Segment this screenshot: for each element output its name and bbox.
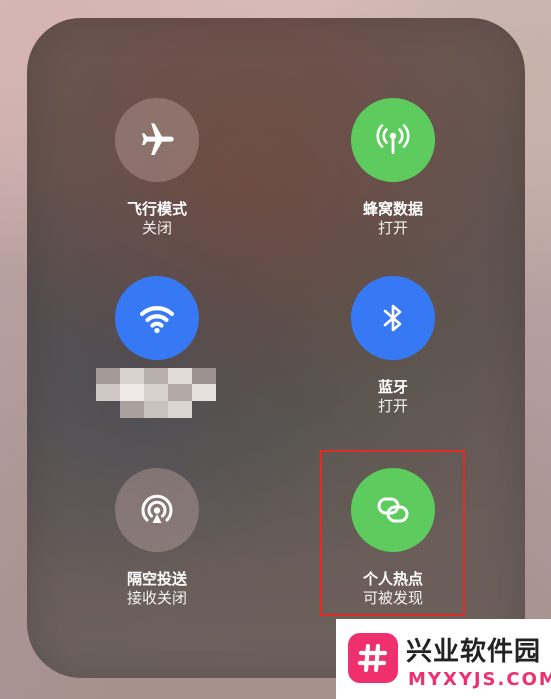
airdrop-status: 接收关闭: [126, 589, 187, 607]
bluetooth-label: 蓝牙: [377, 378, 408, 396]
highlight-box: [320, 450, 465, 616]
watermark: 兴业软件园 MYXYJS.COM: [336, 619, 551, 699]
airdrop-label: 隔空投送: [126, 570, 187, 588]
bluetooth-status: 打开: [377, 397, 408, 415]
antenna-icon: [376, 124, 410, 154]
cellular-data-label: 蜂窝数据: [362, 200, 423, 218]
airplane-mode-label: 飞行模式: [126, 200, 187, 218]
watermark-title: 兴业软件园: [406, 637, 542, 667]
airplane-icon: [142, 123, 174, 155]
bluetooth-toggle[interactable]: [351, 276, 435, 360]
airdrop-icon: [141, 494, 173, 523]
watermark-subtitle: MYXYJS.COM: [408, 669, 551, 690]
wifi-icon: [139, 306, 175, 334]
bluetooth-tile[interactable]: 蓝牙 打开: [313, 276, 473, 416]
wifi-tile[interactable]: [77, 276, 237, 378]
airplane-mode-tile[interactable]: 飞行模式 关闭: [77, 98, 237, 238]
cellular-data-status: 打开: [377, 219, 408, 237]
wifi-toggle[interactable]: [115, 276, 199, 360]
airdrop-toggle[interactable]: [115, 468, 199, 552]
cellular-data-tile[interactable]: 蜂窝数据 打开: [313, 98, 473, 238]
cellular-data-toggle[interactable]: [351, 98, 435, 182]
redacted-wifi-name: [96, 368, 216, 418]
airplane-mode-toggle[interactable]: [115, 98, 199, 182]
hash-logo-icon: [348, 633, 398, 683]
bluetooth-icon: [383, 304, 402, 332]
airplane-mode-status: 关闭: [141, 219, 172, 237]
airdrop-tile[interactable]: 隔空投送 接收关闭: [77, 468, 237, 608]
